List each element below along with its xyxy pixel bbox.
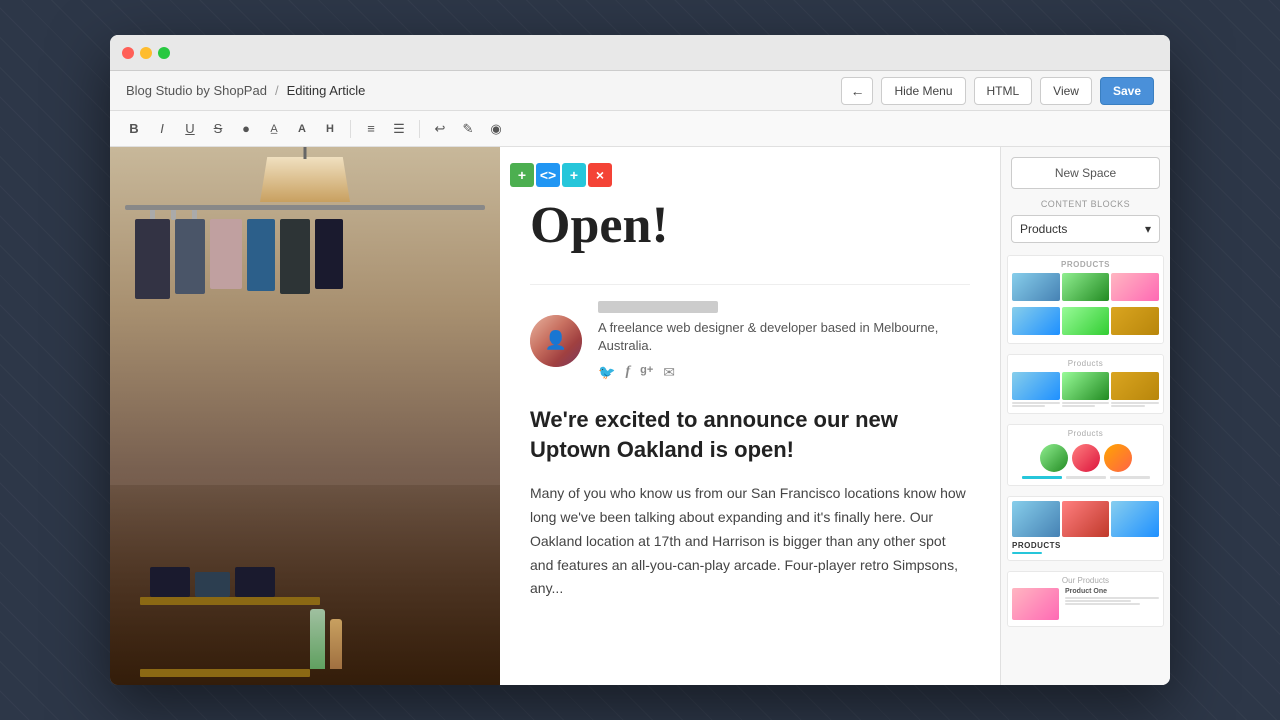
undo-button[interactable]: ↩ (428, 117, 452, 141)
breadcrumb: Blog Studio by ShopPad / Editing Article (126, 83, 829, 98)
twitter-icon[interactable]: 🐦 (598, 364, 615, 381)
new-space-button[interactable]: New Space (1011, 157, 1160, 189)
add-block-button-2[interactable]: + (562, 163, 586, 187)
view-button[interactable]: View (1040, 77, 1092, 105)
font-size-button[interactable]: A (290, 117, 314, 141)
email-icon[interactable]: ✉ (663, 364, 675, 381)
close-button[interactable] (122, 47, 134, 59)
preview-label-5: Our Products (1012, 576, 1159, 585)
chevron-down-icon: ▾ (1145, 222, 1151, 236)
code-block-button[interactable]: <> (536, 163, 560, 187)
author-section: 👤 A freelance web designer & developer b… (530, 284, 970, 380)
right-sidebar: New Space CONTENT BLOCKS Products ▾ PROD… (1000, 147, 1170, 685)
align-button[interactable]: ≡ (359, 117, 383, 141)
breadcrumb-current: Editing Article (287, 83, 366, 98)
article-body[interactable]: Many of you who know us from our San Fra… (530, 482, 970, 601)
preview-img-1b (1062, 273, 1110, 301)
html-button[interactable]: HTML (974, 77, 1033, 105)
preview-label-3: Products (1008, 425, 1163, 440)
breadcrumb-separator: / (275, 83, 279, 98)
bold-button[interactable]: B (122, 117, 146, 141)
heading-button[interactable]: H (318, 117, 342, 141)
remove-block-button[interactable]: × (588, 163, 612, 187)
block-preview-2[interactable]: Products (1007, 354, 1164, 414)
titlebar (110, 35, 1170, 71)
preview-img-1c (1111, 273, 1159, 301)
maximize-button[interactable] (158, 47, 170, 59)
add-block-button[interactable]: + (510, 163, 534, 187)
block-preview-5[interactable]: Our Products Product One (1007, 571, 1164, 627)
highlight-button[interactable]: ● (234, 117, 258, 141)
minimize-button[interactable] (140, 47, 152, 59)
author-info: A freelance web designer & developer bas… (598, 301, 970, 380)
article-heading[interactable]: We're excited to announce our new Uptown… (530, 405, 970, 467)
preview-label-4: PRODUCTS (1012, 541, 1159, 550)
preview-img-1d (1012, 307, 1060, 335)
edit-button[interactable]: ✎ (456, 117, 480, 141)
facebook-icon[interactable]: f (625, 364, 630, 381)
content-area: + <> + × Open! 👤 A freelance web designe… (110, 147, 1170, 685)
block-preview-3[interactable]: Products (1007, 424, 1164, 486)
strikethrough-button[interactable]: S (206, 117, 230, 141)
left-image-panel (110, 147, 500, 685)
social-icons: 🐦 f g+ ✉ (598, 364, 970, 381)
dropdown-value: Products (1020, 222, 1067, 236)
gplus-icon[interactable]: g+ (640, 364, 653, 381)
products-dropdown[interactable]: Products ▾ (1011, 215, 1160, 243)
font-color-button[interactable]: A̲ (262, 117, 286, 141)
editor-content: Open! 👤 A freelance web designer & devel… (500, 147, 1000, 631)
app-name: Blog Studio by ShopPad (126, 83, 267, 98)
content-blocks-label: CONTENT BLOCKS (1001, 199, 1170, 209)
navbar: Blog Studio by ShopPad / Editing Article… (110, 71, 1170, 111)
navbar-actions: ← Hide Menu HTML View Save (841, 77, 1154, 105)
editor-panel[interactable]: + <> + × Open! 👤 A freelance web designe… (500, 147, 1000, 685)
back-button[interactable]: ← (841, 77, 873, 105)
italic-button[interactable]: I (150, 117, 174, 141)
preview-img-1f (1111, 307, 1159, 335)
formatting-toolbar: B I U S ● A̲ A H ≡ ☰ ↩ ✎ ◉ (110, 111, 1170, 147)
toolbar-separator-2 (419, 120, 420, 138)
preview-label-2: Products (1008, 355, 1163, 370)
author-name-blurred (598, 301, 718, 313)
block-toolbar: + <> + × (510, 163, 612, 187)
article-title[interactable]: Open! (530, 197, 970, 254)
traffic-lights (122, 47, 170, 59)
save-button[interactable]: Save (1100, 77, 1154, 105)
preview-images-1 (1008, 271, 1163, 305)
preview-img-1e (1062, 307, 1110, 335)
underline-button[interactable]: U (178, 117, 202, 141)
author-avatar: 👤 (530, 315, 582, 367)
preview-label-1: PRODUCTS (1008, 256, 1163, 271)
store-image (110, 147, 500, 685)
block-preview-1[interactable]: PRODUCTS (1007, 255, 1164, 344)
toolbar-separator-1 (350, 120, 351, 138)
hide-menu-button[interactable]: Hide Menu (881, 77, 965, 105)
app-window: Blog Studio by ShopPad / Editing Article… (110, 35, 1170, 685)
block-preview-4[interactable]: PRODUCTS (1007, 496, 1164, 561)
list-button[interactable]: ☰ (387, 117, 411, 141)
preview-img-1a (1012, 273, 1060, 301)
preview-images-1b (1008, 305, 1163, 339)
author-bio: A freelance web designer & developer bas… (598, 319, 970, 355)
circle-button[interactable]: ◉ (484, 117, 508, 141)
